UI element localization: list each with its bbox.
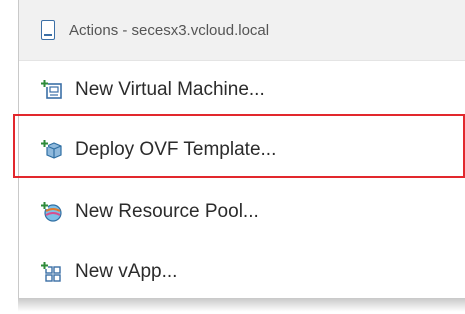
menu-item-new-vapp[interactable]: New vApp... — [19, 242, 465, 302]
menu-header: Actions - secesx3.vcloud.local — [19, 0, 465, 61]
menu-item-label: New Virtual Machine... — [75, 79, 265, 100]
resource-pool-icon — [41, 202, 62, 222]
new-vm-icon — [41, 80, 62, 99]
vapp-icon — [41, 262, 61, 282]
highlight-box — [13, 114, 465, 178]
host-icon — [41, 20, 55, 40]
menu-shadow — [18, 298, 465, 314]
menu-item-new-resource-pool[interactable]: New Resource Pool... — [19, 182, 465, 242]
menu-item-label: New vApp... — [75, 261, 178, 282]
actions-context-menu: Actions - secesx3.vcloud.local New Virtu… — [13, 0, 465, 298]
menu-header-title: Actions - secesx3.vcloud.local — [69, 21, 270, 39]
menu-item-label: New Resource Pool... — [75, 201, 259, 222]
menu-item-new-virtual-machine[interactable]: New Virtual Machine... — [19, 60, 465, 120]
